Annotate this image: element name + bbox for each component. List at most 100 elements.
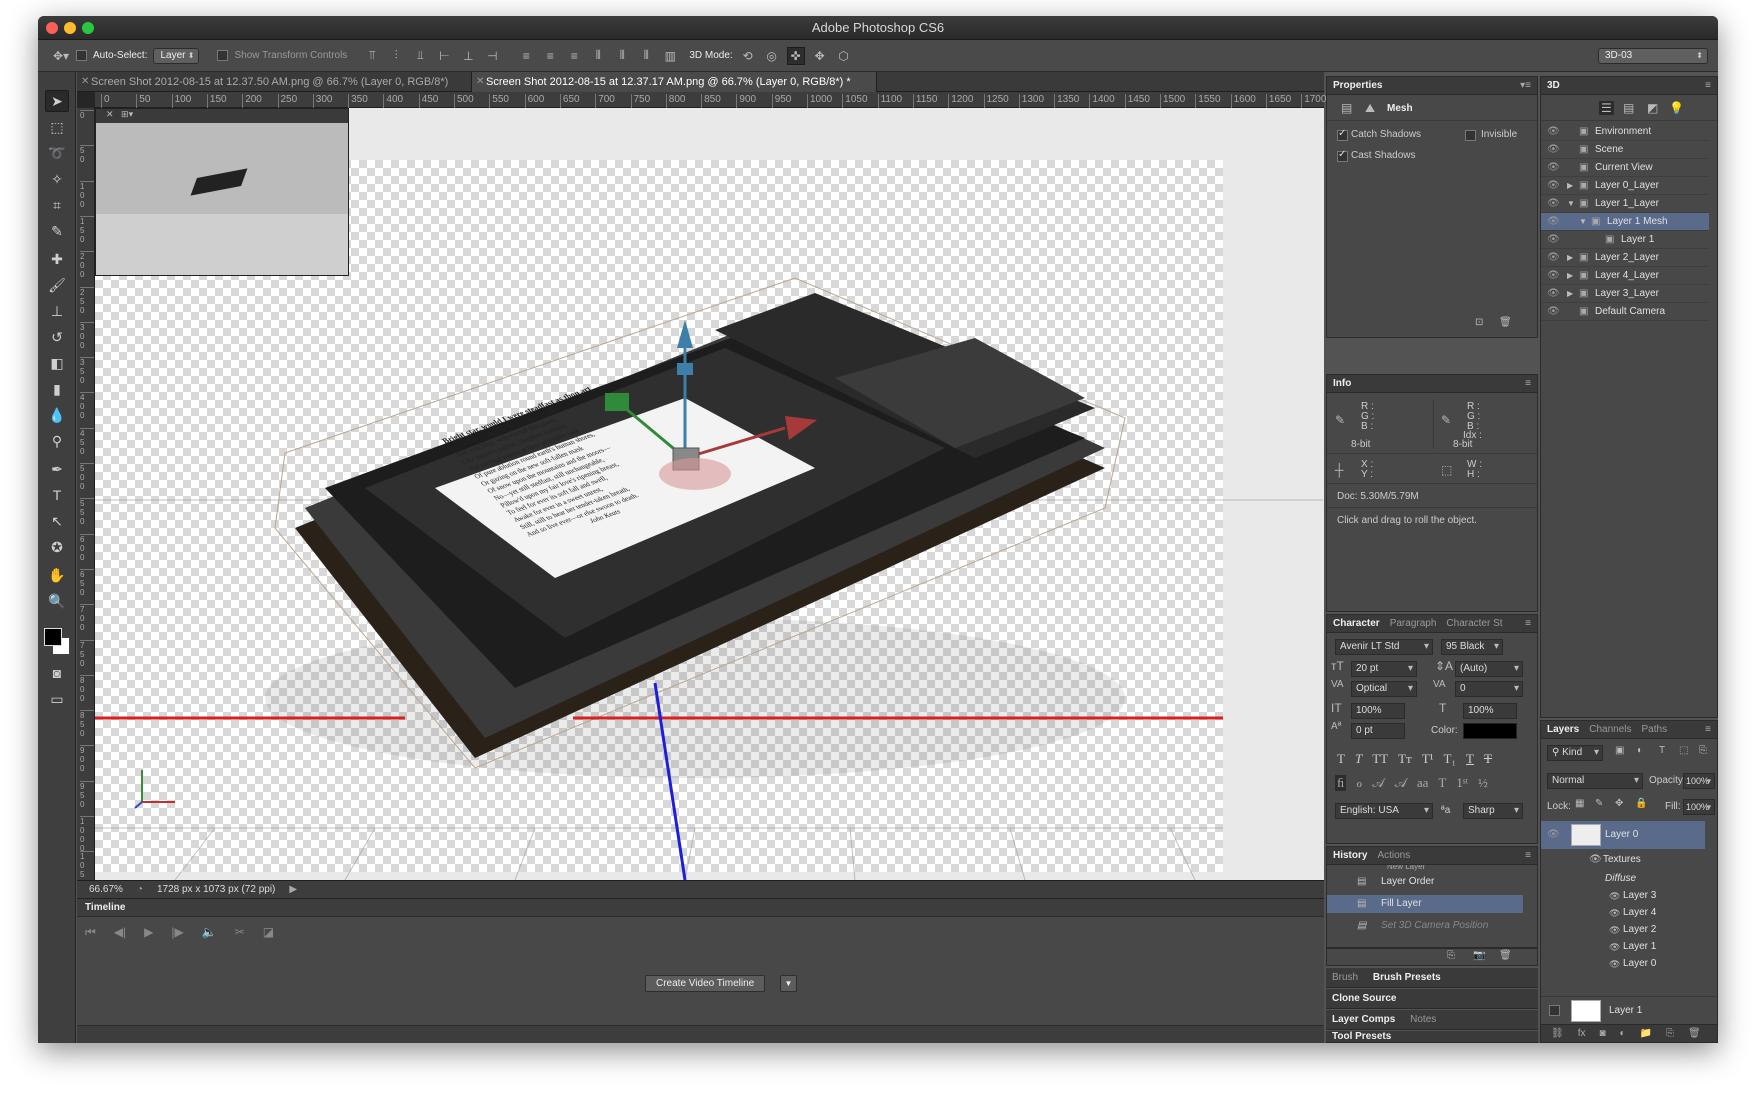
history-item-partial[interactable]: New Layer <box>1327 865 1517 873</box>
distribute-left-icon[interactable]: ⦀ <box>589 47 607 65</box>
new-layer-icon[interactable]: ⎘ <box>1666 1028 1674 1039</box>
zoom-window-button[interactable] <box>82 22 94 34</box>
distribute-right-icon[interactable]: ⦀ <box>637 47 655 65</box>
catch-shadows-checkbox[interactable] <box>1337 128 1348 141</box>
close-tab-icon[interactable]: ✕ <box>476 72 484 92</box>
panel-menu-icon[interactable]: ≡ <box>1705 724 1711 735</box>
lock-pixels-icon[interactable]: ✎ <box>1595 798 1603 809</box>
drag-3d-icon[interactable]: ✜ <box>786 46 805 65</box>
vertical-scale-input[interactable]: 100% <box>1351 703 1405 719</box>
visibility-eye-icon[interactable]: 👁 <box>1547 195 1560 213</box>
distribute-vcenter-icon[interactable]: ≡ <box>541 47 559 65</box>
text-color-swatch[interactable] <box>1463 723 1517 739</box>
font-size-input[interactable]: 20 pt <box>1351 661 1417 677</box>
filter-pixel-icon[interactable]: ▣ <box>1615 745 1624 756</box>
new-group-icon[interactable]: 📁 <box>1640 1028 1652 1039</box>
quick-mask-icon[interactable]: ◙ <box>45 662 69 684</box>
auto-align-icon[interactable]: ▥ <box>661 47 679 65</box>
hand-tool-icon[interactable]: ✋ <box>45 564 69 586</box>
font-family-select[interactable]: Avenir LT Std <box>1335 639 1433 655</box>
visibility-eye-icon[interactable]: 👁 <box>1547 213 1560 231</box>
align-hcenter-icon[interactable]: ⊥ <box>459 47 477 65</box>
align-right-icon[interactable]: ⊣ <box>483 47 501 65</box>
align-bottom-icon[interactable]: ⫫ <box>411 47 429 65</box>
3d-tree-item[interactable]: 👁 ▶ ▣ Layer 4_Layer <box>1541 267 1709 285</box>
show-transform-checkbox[interactable] <box>217 50 229 61</box>
history-item[interactable]: ▤ Layer Order <box>1327 873 1517 891</box>
visibility-eye-icon[interactable]: 👁 <box>1547 267 1560 285</box>
move-tool-preset-icon[interactable]: ✥▾ <box>52 47 70 65</box>
visibility-eye-icon[interactable]: 👁 <box>1609 938 1620 956</box>
blur-tool-icon[interactable]: 💧 <box>45 404 69 426</box>
disclosure-triangle-icon[interactable]: ▶ <box>1567 249 1573 267</box>
path-select-tool-icon[interactable]: ↖ <box>45 510 69 532</box>
diffuse-row[interactable]: Diffuse <box>1541 870 1701 888</box>
kerning-select[interactable]: Optical <box>1351 681 1417 697</box>
texture-sublayer-row[interactable]: 👁 Layer 3 <box>1541 887 1701 905</box>
screen-mode-icon[interactable]: ▭ <box>45 688 69 710</box>
first-frame-icon[interactable]: ⏮ <box>85 925 96 940</box>
history-brush-tool-icon[interactable]: ↺ <box>45 326 69 348</box>
brush-panel-collapsed[interactable]: Brush Brush Presets <box>1326 968 1538 988</box>
auto-select-checkbox[interactable] <box>76 50 87 61</box>
lasso-tool-icon[interactable]: ➰ <box>45 142 69 164</box>
cast-shadows-checkbox[interactable] <box>1337 149 1348 162</box>
visibility-eye-icon[interactable]: 👁 <box>1547 285 1560 303</box>
tab-actions[interactable]: Actions <box>1377 850 1410 861</box>
align-top-icon[interactable]: ⫪ <box>363 47 381 65</box>
disclosure-triangle-icon[interactable]: ▶ <box>1567 285 1573 303</box>
trash-icon[interactable]: 🗑 <box>1499 317 1512 328</box>
status-menu-arrow-icon[interactable]: ▶ <box>289 884 297 895</box>
next-frame-icon[interactable]: |▶ <box>171 925 183 940</box>
opacity-input[interactable]: 100% <box>1683 773 1715 789</box>
panel-menu-icon[interactable]: ≡ <box>1525 618 1531 629</box>
workspace-dropdown[interactable]: 3D-03 <box>1598 47 1708 64</box>
leading-input[interactable]: (Auto) <box>1455 661 1523 677</box>
texture-sublayer-row[interactable]: 👁 Layer 2 <box>1541 921 1701 939</box>
texture-sublayer-row[interactable]: 👁 Layer 0 <box>1541 955 1701 973</box>
audio-icon[interactable]: 🔈 <box>202 925 217 940</box>
layer-style-icon[interactable]: fx <box>1578 1028 1586 1039</box>
layer-row-layer0[interactable]: 👁 Layer 0 <box>1541 821 1705 849</box>
blend-mode-select[interactable]: Normal <box>1547 773 1643 789</box>
all-caps-icon[interactable]: TT <box>1372 751 1388 767</box>
small-caps-icon[interactable]: Tᴛ <box>1398 751 1412 767</box>
minimize-window-button[interactable] <box>64 22 76 34</box>
stylistic-icon[interactable]: 𝒜 <box>1395 775 1407 791</box>
visibility-eye-icon[interactable]: 👁 <box>1547 177 1560 195</box>
transition-icon[interactable]: ◪ <box>263 925 274 940</box>
type-tool-icon[interactable]: T <box>45 484 69 506</box>
trash-icon[interactable]: 🗑 <box>1688 1028 1701 1039</box>
quick-select-tool-icon[interactable]: ✧ <box>45 168 69 190</box>
layer-comps-panel-collapsed[interactable]: Layer Comps Notes <box>1326 1010 1538 1030</box>
zoom-tool-icon[interactable]: 🔍 <box>45 590 69 612</box>
doc-tab-2[interactable]: ✕ Screen Shot 2012-08-15 at 12.37.17 AM.… <box>472 72 877 92</box>
tab-character-styles[interactable]: Character St <box>1446 618 1502 629</box>
visibility-eye-icon[interactable]: 👁 <box>1589 851 1602 869</box>
adjustment-layer-icon[interactable]: ◐ <box>1620 1028 1626 1039</box>
visibility-eye-icon[interactable]: 👁 <box>1609 904 1620 922</box>
visibility-eye-icon[interactable]: 👁 <box>1609 955 1620 973</box>
tab-character[interactable]: Character <box>1333 618 1380 629</box>
fractions-icon[interactable]: ½ <box>1478 775 1488 791</box>
visibility-eye-icon[interactable]: 👁 <box>1609 921 1620 939</box>
visibility-eye-icon[interactable]: 👁 <box>1547 123 1560 141</box>
trash-icon[interactable]: 🗑 <box>1499 950 1512 961</box>
disclosure-triangle-icon[interactable]: ▼ <box>1567 195 1575 213</box>
lock-all-icon[interactable]: 🔒 <box>1635 798 1647 809</box>
link-layers-icon[interactable]: ⛓ <box>1551 1028 1564 1039</box>
anti-alias-select[interactable]: Sharp <box>1463 803 1523 819</box>
tool-presets-panel-collapsed[interactable]: Tool Presets <box>1326 1031 1538 1043</box>
new-document-from-state-icon[interactable]: ⎘ <box>1447 950 1455 961</box>
visibility-eye-icon[interactable]: 👁 <box>1547 821 1560 849</box>
tab-paths[interactable]: Paths <box>1642 724 1668 735</box>
tracking-input[interactable]: 0 <box>1455 681 1523 697</box>
slide-3d-icon[interactable]: ✥ <box>811 47 829 65</box>
strikethrough-icon[interactable]: T <box>1484 751 1492 767</box>
ligatures-icon[interactable]: ﬁ <box>1335 775 1347 791</box>
3d-tree-item[interactable]: 👁 ▣ Layer 1 <box>1541 231 1709 249</box>
roll-3d-icon[interactable]: ◎ <box>763 47 781 65</box>
visibility-eye-icon[interactable]: 👁 <box>1547 141 1560 159</box>
shape-tool-icon[interactable]: ✪ <box>45 536 69 558</box>
materials-filter-icon[interactable]: ◩ <box>1647 101 1658 115</box>
